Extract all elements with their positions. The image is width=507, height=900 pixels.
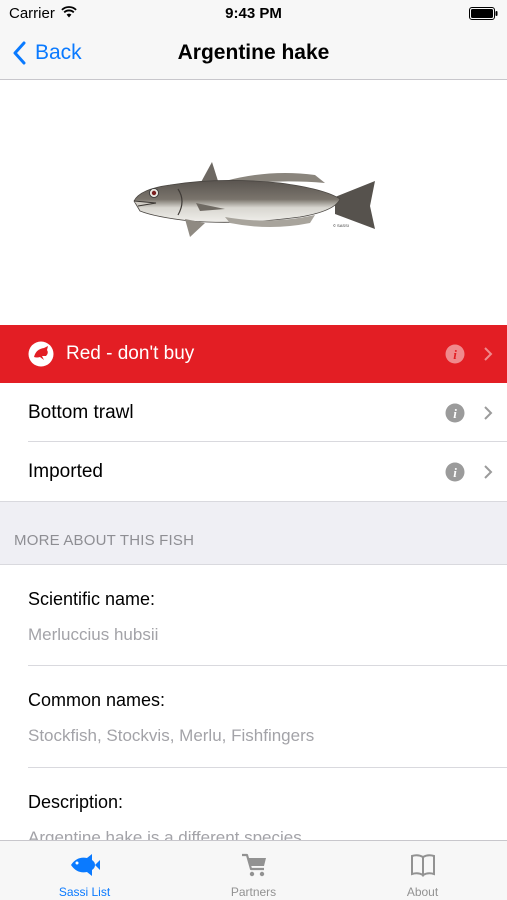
chevron-right-icon [484,465,493,479]
info-icon[interactable]: i [445,403,465,423]
description-title: Description: [28,792,124,812]
status-bar: Carrier 9:43 PM [0,0,507,28]
svg-text:i: i [453,347,457,362]
navigation-bar: Back Argentine hake [0,28,507,80]
status-time: 9:43 PM [225,5,282,22]
scientific-name-value: Merluccius hubsii [28,625,159,644]
chevron-right-icon [484,347,493,361]
common-names-value: Stockfish, Stockvis, Merlu, Fishfingers [28,726,315,745]
back-button-label: Back [35,41,82,64]
description-value: Argentine hake is a different species [28,828,302,840]
common-names-block: Common names: Stockfish, Stockvis, Merlu… [0,666,507,768]
rating-label: Red - don't buy [66,343,195,364]
back-button[interactable]: Back [12,38,82,68]
image-credit: © SASSI [333,223,349,228]
tab-bar: Sassi List Partners About [0,840,507,900]
book-icon [411,854,435,877]
info-icon[interactable]: i [445,462,465,482]
origin-row[interactable]: Imported i [0,443,507,501]
fish-illustration: © SASSI [133,162,375,237]
tab-sassi-list[interactable]: Sassi List [0,841,169,900]
tab-about[interactable]: About [338,841,507,900]
chevron-left-icon [13,41,26,65]
common-names-title: Common names: [28,690,166,710]
tab-label: Sassi List [58,885,111,899]
red-rating-fish-icon [28,341,54,367]
cart-icon [242,853,266,877]
sassi-rating-row[interactable]: Red - don't buy i [0,325,507,383]
tab-label: Partners [230,885,277,899]
fish-image-area: © SASSI [0,81,507,325]
fishing-method-row[interactable]: Bottom trawl i [0,384,507,442]
origin-label: Imported [28,461,103,482]
battery-icon [469,7,498,20]
fishing-method-label: Bottom trawl [28,402,134,423]
tab-partners[interactable]: Partners [169,841,338,900]
row-divider [28,441,507,442]
section-header-label: MORE ABOUT THIS FISH [14,532,195,549]
tab-label: About [406,885,439,899]
fish-icon [71,854,100,876]
svg-text:i: i [453,406,457,421]
description-block: Description: Argentine hake is a differe… [0,768,507,840]
section-header: MORE ABOUT THIS FISH [0,501,507,565]
scientific-name-title: Scientific name: [28,589,156,609]
chevron-right-icon [484,406,493,420]
svg-text:i: i [453,465,457,480]
scientific-name-block: Scientific name: Merluccius hubsii [0,565,507,666]
info-icon[interactable]: i [445,344,465,364]
